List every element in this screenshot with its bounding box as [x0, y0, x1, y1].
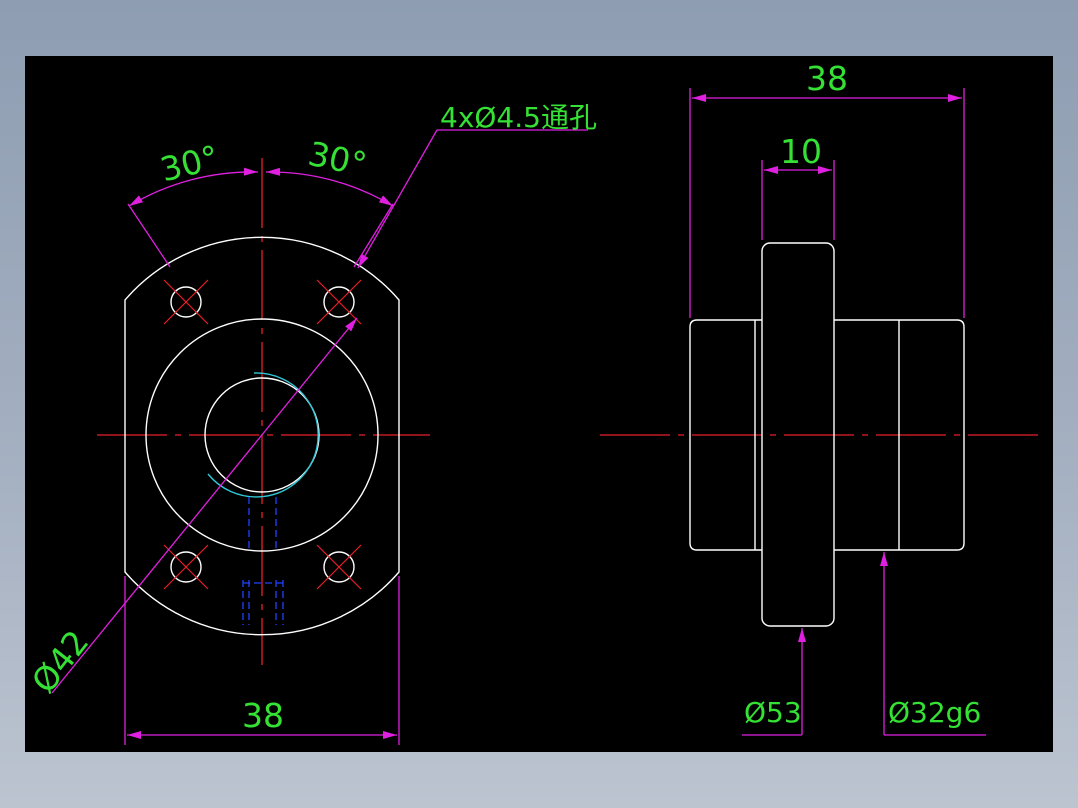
flange-diameter-label: Ø53 [744, 696, 802, 729]
hidden-lines [242, 497, 284, 625]
flange-thickness-dimension [761, 160, 835, 240]
drawing-canvas: 30° 30° 4xØ4.5通孔 Ø42 38 38 10 Ø53 Ø32g6 [25, 56, 1053, 752]
hole-callout-label: 4xØ4.5通孔 [440, 101, 597, 134]
hole-callout-leader [357, 129, 588, 269]
side-view: 38 10 Ø53 Ø32g6 [600, 59, 1042, 736]
front-center-lines [97, 158, 430, 665]
cad-drawing: 30° 30° 4xØ4.5通孔 Ø42 38 38 10 Ø53 Ø32g6 [25, 59, 1042, 745]
pcd-label: Ø42 [25, 623, 96, 701]
mounting-hole [316, 279, 362, 325]
overall-length-label: 38 [806, 59, 848, 98]
angle-left-label: 30° [156, 137, 222, 189]
mounting-hole [163, 279, 209, 325]
overall-length-dimension [689, 88, 965, 318]
flange-thickness-label: 10 [780, 132, 822, 171]
front-width-label: 38 [242, 696, 284, 735]
pcd-leader [51, 317, 358, 694]
mounting-hole [163, 544, 209, 590]
mounting-hole [316, 544, 362, 590]
body-diameter-label: Ø32g6 [888, 696, 981, 729]
front-view: 30° 30° 4xØ4.5通孔 Ø42 38 [25, 101, 597, 745]
